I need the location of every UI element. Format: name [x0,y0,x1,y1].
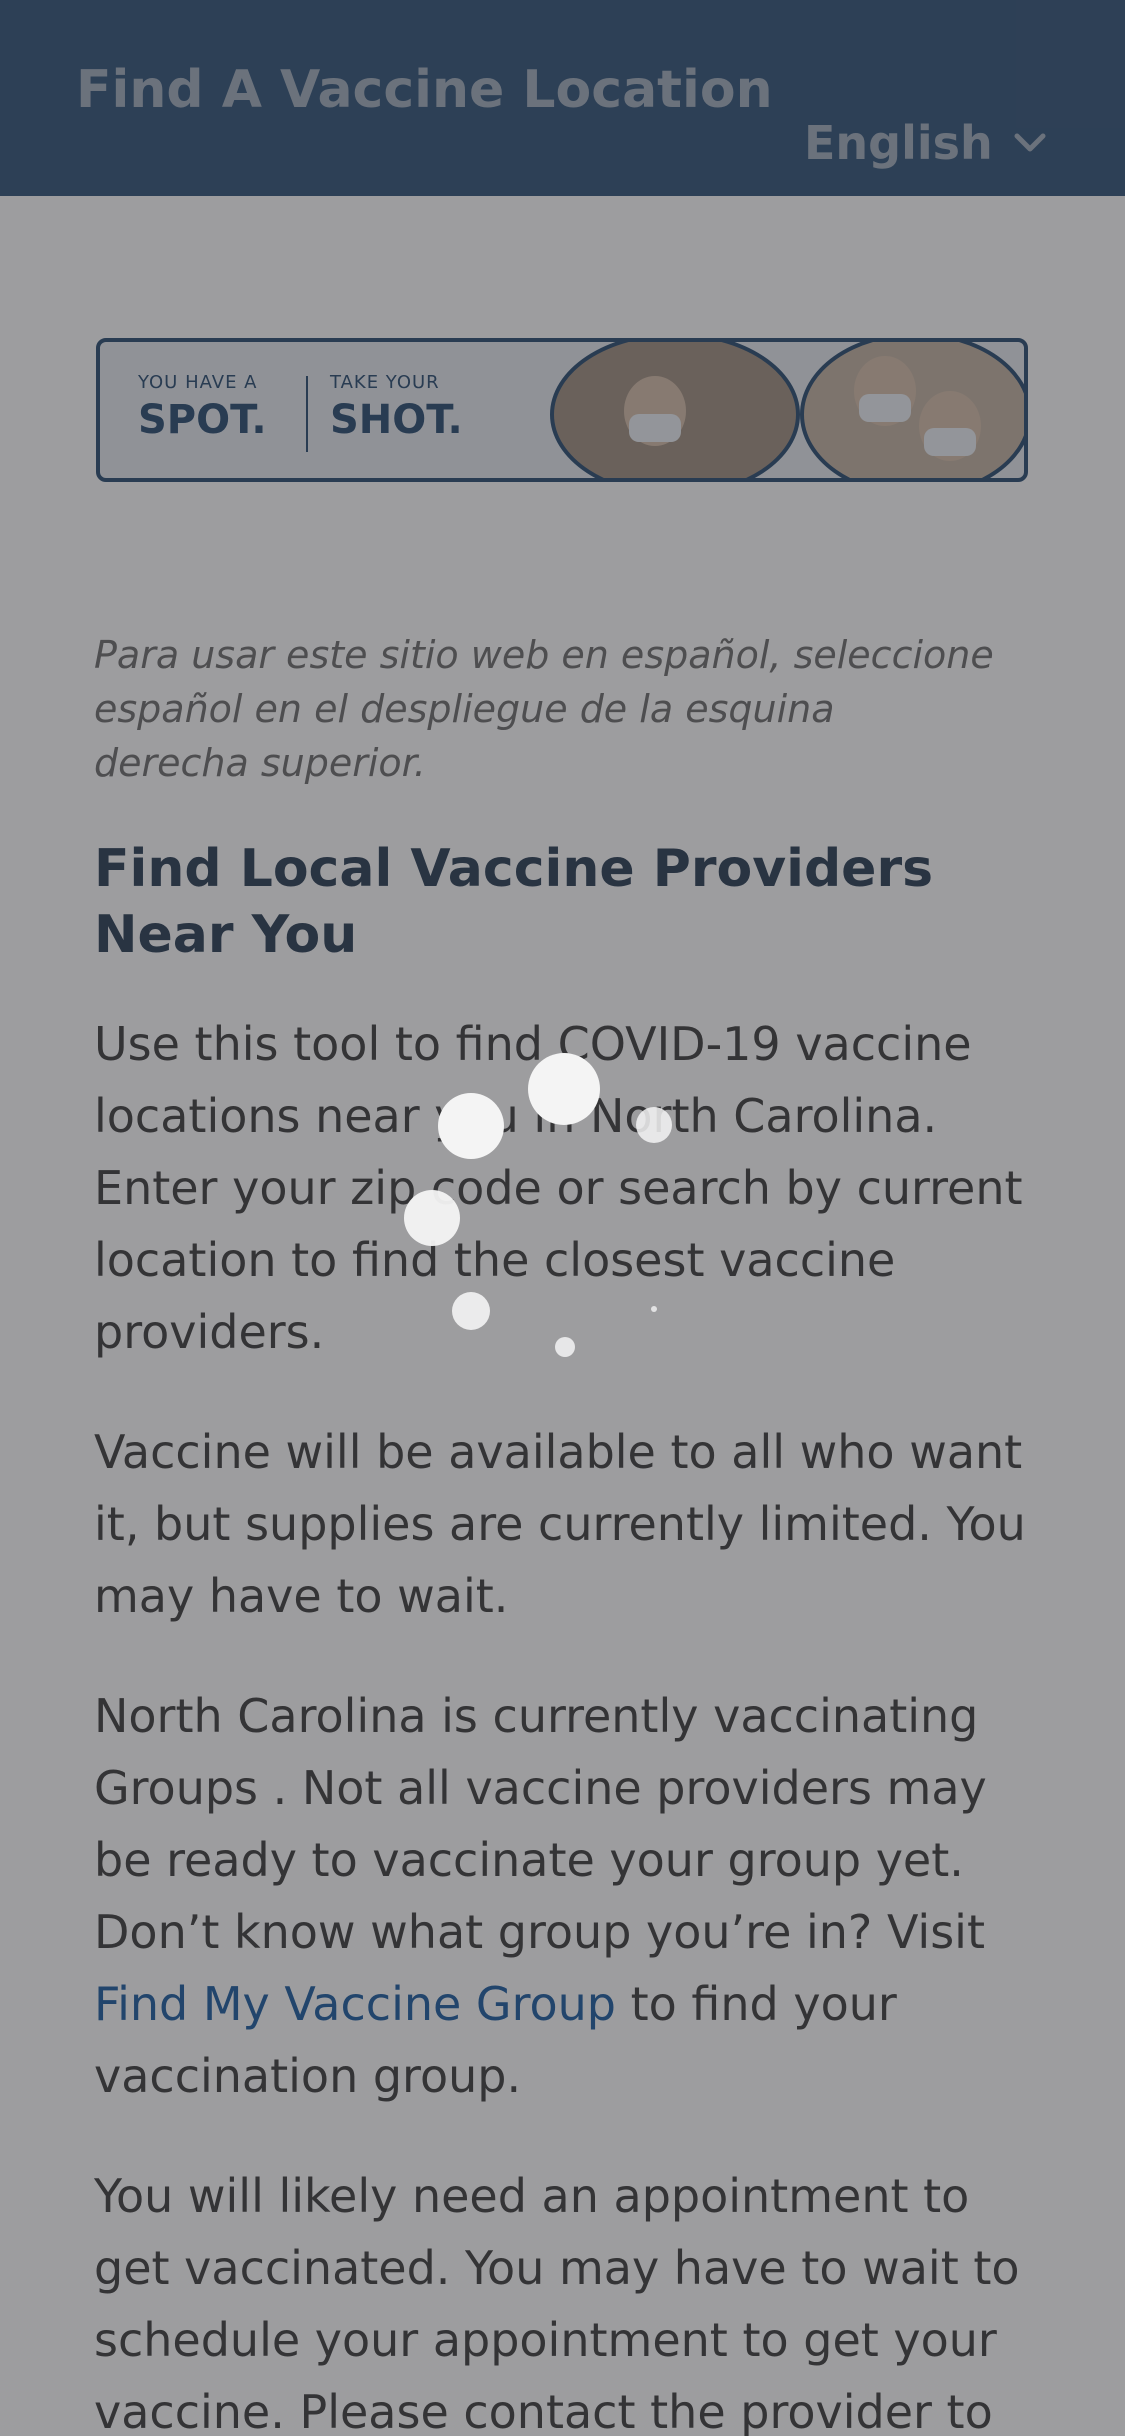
spanish-language-note: Para usar este sitio web en español, sel… [94,633,994,785]
appointment-paragraph: You will likely need an appointment to g… [94,2169,1020,2436]
group-paragraph: North Carolina is currently vaccinating … [94,1689,987,2103]
page-title: Find A Vaccine Location [76,60,773,120]
banner-photo-man [550,342,800,478]
banner-divider [306,376,308,452]
top-header-bar: Find A Vaccine Location English [0,0,1125,196]
section-heading: Find Local Vaccine Providers Near You [94,839,934,965]
campaign-banner: YOU HAVE A SPOT. TAKE YOUR SHOT. [96,338,1028,482]
banner-photo-couple [800,342,1024,478]
banner-spot-text: YOU HAVE A SPOT. [138,372,267,443]
availability-paragraph: Vaccine will be available to all who wan… [94,1425,1026,1623]
intro-paragraph: Use this tool to find COVID-19 vaccine l… [94,1017,1023,1359]
language-select-value: English [804,116,993,170]
language-select[interactable]: English [804,116,1047,170]
vaccine-locator-page: Find A Vaccine Location English YOU HAVE… [0,0,1125,2436]
banner-shot-text: TAKE YOUR SHOT. [330,372,463,443]
chevron-down-icon [1014,133,1046,152]
find-my-vaccine-group-link[interactable]: Find My Vaccine Group [94,1977,616,2031]
